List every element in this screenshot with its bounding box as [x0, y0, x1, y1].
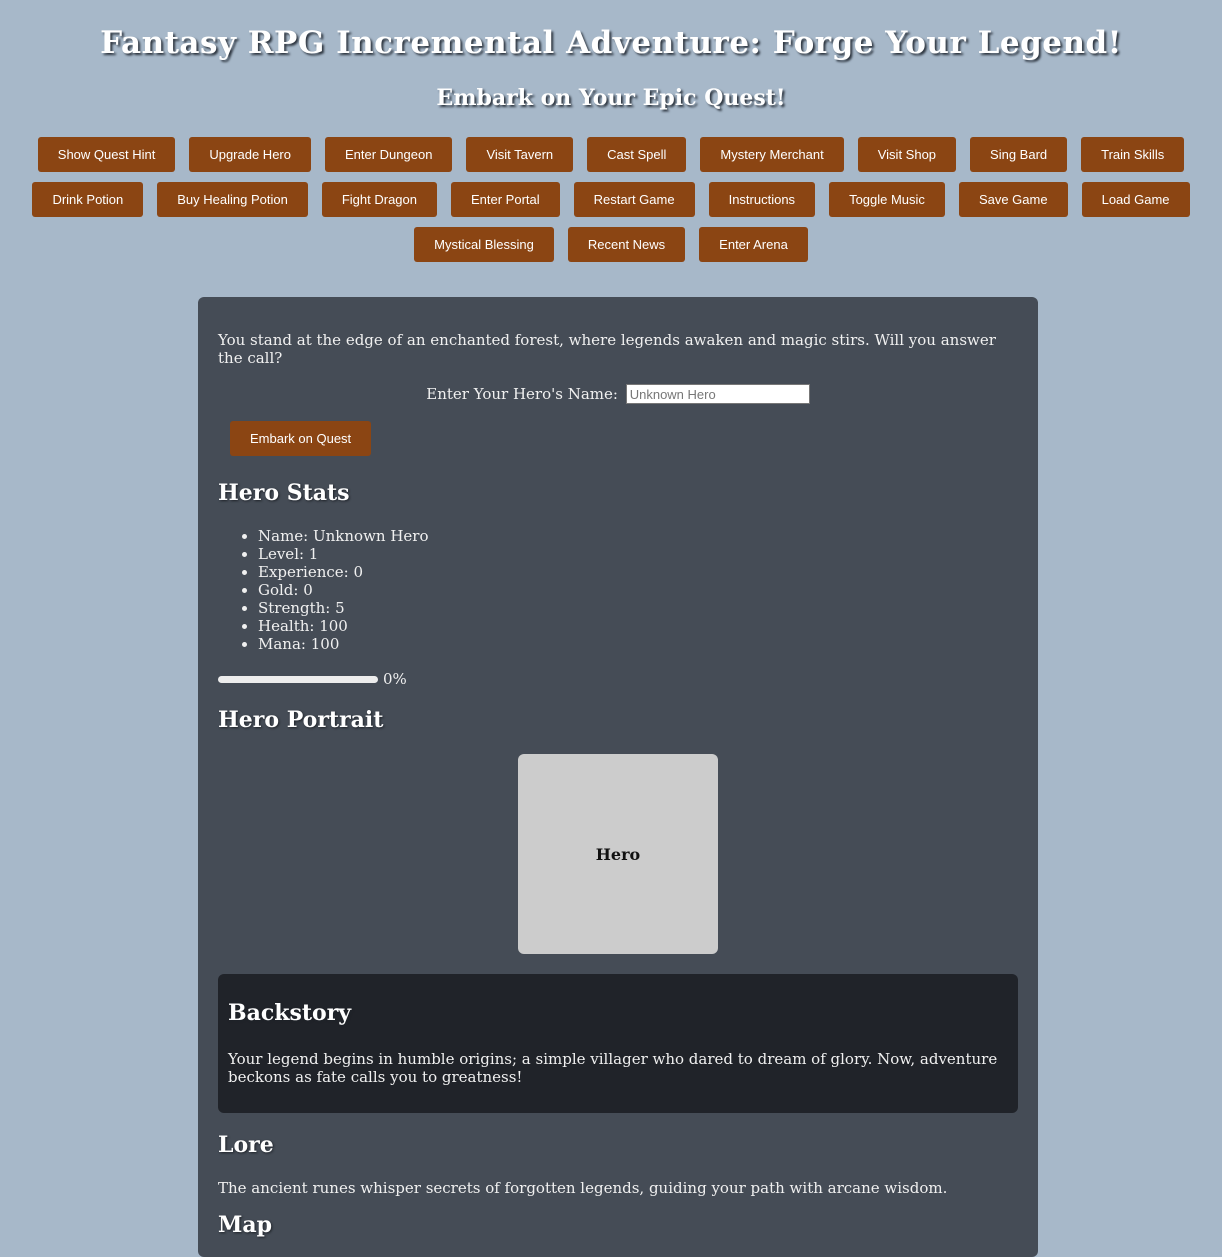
stat-name: Name: Unknown Hero [258, 527, 429, 545]
drink-potion-button[interactable]: Drink Potion [32, 182, 144, 217]
enter-dungeon-button[interactable]: Enter Dungeon [324, 137, 453, 172]
upgrade-hero-button[interactable]: Upgrade Hero [189, 137, 311, 172]
cast-spell-button[interactable]: Cast Spell [587, 137, 687, 172]
stat-level: Level: 1 [258, 545, 429, 563]
embark-on-quest-button[interactable]: Embark on Quest [230, 421, 372, 456]
map-heading: Map [218, 1212, 272, 1238]
train-skills-button[interactable]: Train Skills [1081, 137, 1185, 172]
recent-news-button[interactable]: Recent News [567, 227, 686, 262]
game-title: Fantasy RPG Incremental Adventure: Forge… [100, 25, 1122, 61]
save-game-button[interactable]: Save Game [958, 182, 1068, 217]
fight-dragon-button[interactable]: Fight Dragon [321, 182, 437, 217]
enter-arena-button[interactable]: Enter Arena [699, 227, 808, 262]
game-panel: You stand at the edge of an enchanted fo… [198, 297, 1038, 1257]
restart-game-button[interactable]: Restart Game [573, 182, 695, 217]
sing-bard-button[interactable]: Sing Bard [970, 137, 1068, 172]
mystery-merchant-button[interactable]: Mystery Merchant [700, 137, 844, 172]
buy-healing-potion-button[interactable]: Buy Healing Potion [157, 182, 308, 217]
hero-portrait-label: Hero [595, 844, 641, 864]
show-quest-hint-button[interactable]: Show Quest Hint [37, 137, 176, 172]
stat-strength: Strength: 5 [258, 599, 429, 617]
hero-name-row: Enter Your Hero's Name: [198, 384, 1038, 404]
hero-name-label: Enter Your Hero's Name: [426, 385, 618, 403]
game-subtitle: Embark on Your Epic Quest! [436, 85, 786, 111]
action-toolbar-row-2: Drink Potion Buy Healing Potion Fight Dr… [0, 182, 1222, 217]
backstory-box: Backstory Your legend begins in humble o… [218, 974, 1018, 1113]
experience-progress-bar [218, 675, 378, 683]
lore-heading: Lore [218, 1132, 274, 1158]
stat-mana: Mana: 100 [258, 635, 429, 653]
toggle-music-button[interactable]: Toggle Music [829, 182, 945, 217]
hero-stats-heading: Hero Stats [218, 480, 350, 506]
visit-tavern-button[interactable]: Visit Tavern [466, 137, 574, 172]
hero-name-input[interactable] [625, 384, 810, 404]
lore-text: The ancient runes whisper secrets of for… [218, 1179, 948, 1197]
mystical-blessing-button[interactable]: Mystical Blessing [414, 227, 554, 262]
instructions-button[interactable]: Instructions [708, 182, 816, 217]
stat-health: Health: 100 [258, 617, 429, 635]
hero-portrait: Hero [518, 754, 718, 954]
hero-portrait-heading: Hero Portrait [218, 707, 384, 733]
visit-shop-button[interactable]: Visit Shop [857, 137, 957, 172]
backstory-heading: Backstory [228, 1000, 352, 1026]
backstory-text: Your legend begins in humble origins; a … [228, 1050, 998, 1086]
stat-experience: Experience: 0 [258, 563, 429, 581]
action-toolbar-row-3: Mystical Blessing Recent News Enter Aren… [0, 227, 1222, 262]
enter-portal-button[interactable]: Enter Portal [451, 182, 560, 217]
stat-gold: Gold: 0 [258, 581, 429, 599]
intro-text: You stand at the edge of an enchanted fo… [218, 331, 996, 367]
experience-progress-label: 0% [383, 670, 407, 688]
experience-progress: 0% [218, 669, 407, 689]
load-game-button[interactable]: Load Game [1081, 182, 1190, 217]
action-toolbar-row-1: Show Quest Hint Upgrade Hero Enter Dunge… [0, 137, 1222, 172]
hero-stats-list: Name: Unknown Hero Level: 1 Experience: … [258, 527, 429, 653]
